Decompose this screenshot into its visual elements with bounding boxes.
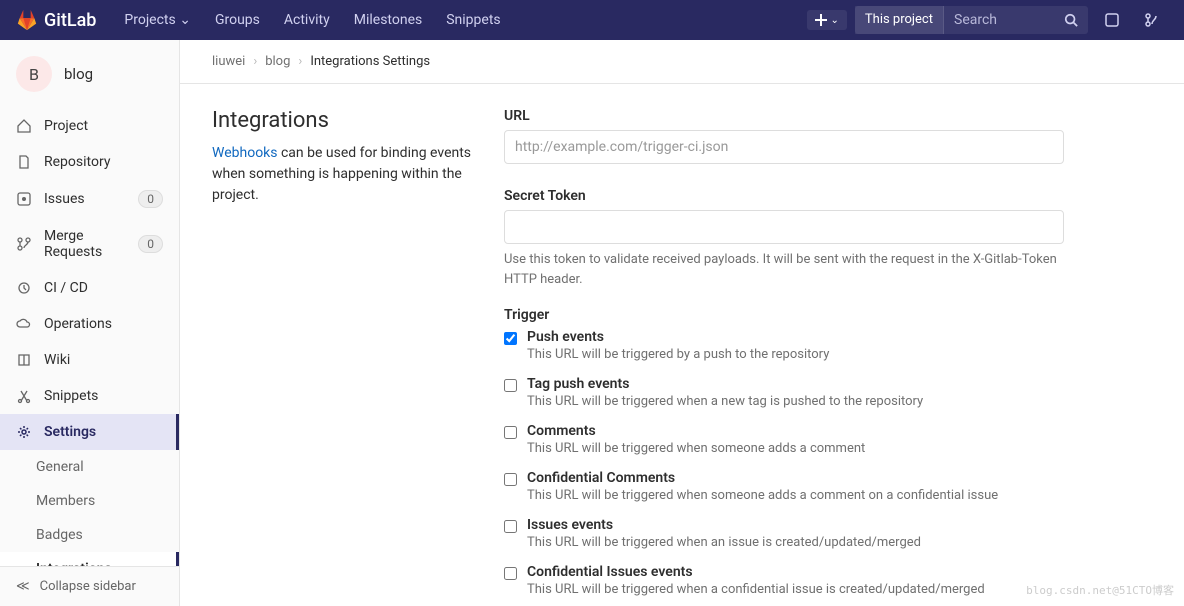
breadcrumb-item[interactable]: liuwei [212, 54, 245, 69]
header-right: ⌄ This project [807, 6, 1168, 34]
cloud-icon [16, 316, 32, 332]
chevron-down-icon: ⌄ [179, 12, 191, 28]
trigger-checkbox[interactable] [504, 332, 517, 345]
chevron-down-icon: ⌄ [831, 15, 839, 26]
search-button[interactable] [1054, 6, 1088, 34]
trigger-row: Tag push events This URL will be triggere… [504, 376, 1064, 409]
trigger-row: Push events This URL will be triggered by… [504, 329, 1064, 362]
issues-header-icon[interactable] [1096, 12, 1128, 28]
count-badge: 0 [138, 235, 163, 253]
nav-activity[interactable]: Activity [272, 0, 342, 40]
new-dropdown[interactable]: ⌄ [807, 10, 847, 30]
trigger-row: Comments This URL will be triggered when … [504, 423, 1064, 456]
trigger-title: Confidential Issues events [527, 564, 1064, 580]
sidebar: B blog ProjectRepositoryIssues0Merge Req… [0, 40, 180, 606]
sidebar-item-repository[interactable]: Repository [0, 144, 179, 180]
trigger-row: Confidential Comments This URL will be tr… [504, 470, 1064, 503]
merge-icon [16, 236, 32, 252]
sidebar-subitem-badges[interactable]: Badges [0, 518, 179, 552]
trigger-title: Push events [527, 329, 1064, 345]
home-icon [16, 118, 32, 134]
gitlab-icon [16, 9, 38, 31]
breadcrumb-item[interactable]: blog [265, 54, 290, 69]
sidebar-item-project[interactable]: Project [0, 108, 179, 144]
page-title: Integrations [212, 108, 472, 133]
search-icon [1064, 13, 1078, 27]
plus-icon [815, 14, 827, 26]
issues-icon [16, 191, 32, 207]
trigger-checkbox[interactable] [504, 379, 517, 392]
trigger-row: Issues events This URL will be triggered … [504, 517, 1064, 550]
snippets-icon [16, 388, 32, 404]
pipeline-icon [16, 280, 32, 296]
sidebar-subitem-members[interactable]: Members [0, 484, 179, 518]
search-scope[interactable]: This project [855, 6, 944, 34]
trigger-checkbox[interactable] [504, 473, 517, 486]
brand-text: GitLab [44, 10, 96, 31]
sidebar-item-operations[interactable]: Operations [0, 306, 179, 342]
trigger-desc: This URL will be triggered when someone … [527, 488, 1064, 503]
merge-header-icon[interactable] [1136, 12, 1168, 28]
trigger-title: Issues events [527, 517, 1064, 533]
book-icon [16, 352, 32, 368]
trigger-desc: This URL will be triggered when a new ta… [527, 394, 1064, 409]
sidebar-item-merge-requests[interactable]: Merge Requests0 [0, 218, 179, 270]
top-header: GitLab Projects ⌄ Groups Activity Milest… [0, 0, 1184, 40]
sidebar-item-issues[interactable]: Issues0 [0, 180, 179, 218]
trigger-checkbox[interactable] [504, 520, 517, 533]
collapse-sidebar[interactable]: ≪ Collapse sidebar [0, 566, 179, 606]
trigger-checkbox[interactable] [504, 426, 517, 439]
sidebar-subitem-general[interactable]: General [0, 450, 179, 484]
search-group: This project [855, 6, 1088, 34]
trigger-checkbox[interactable] [504, 567, 517, 580]
main-content: liuwei › blog › Integrations Settings In… [180, 40, 1184, 606]
sidebar-item-settings[interactable]: Settings [0, 414, 179, 450]
trigger-desc: This URL will be triggered by a push to … [527, 347, 1064, 362]
gear-icon [16, 424, 32, 440]
search-input[interactable] [944, 6, 1054, 34]
sidebar-item-wiki[interactable]: Wiki [0, 342, 179, 378]
trigger-title: Tag push events [527, 376, 1064, 392]
trigger-desc: This URL will be triggered when a confid… [527, 582, 1064, 597]
secret-token-help: Use this token to validate received payl… [504, 250, 1064, 289]
nav-milestones[interactable]: Milestones [342, 0, 435, 40]
project-avatar: B [16, 56, 52, 92]
sidebar-item-ci-cd[interactable]: CI / CD [0, 270, 179, 306]
url-input[interactable] [504, 130, 1064, 164]
gitlab-logo[interactable]: GitLab [16, 9, 96, 31]
sidebar-item-snippets[interactable]: Snippets [0, 378, 179, 414]
secret-token-input[interactable] [504, 210, 1064, 244]
nav-projects[interactable]: Projects ⌄ [112, 0, 203, 40]
watermark: blog.csdn.net@51CTO博客 [1026, 582, 1174, 598]
webhooks-link[interactable]: Webhooks [212, 145, 278, 161]
chevron-left-icon: ≪ [16, 579, 30, 594]
project-name: blog [64, 65, 93, 83]
project-header[interactable]: B blog [0, 40, 179, 108]
breadcrumb: liuwei › blog › Integrations Settings [180, 40, 1184, 84]
header-nav: Projects ⌄ Groups Activity Milestones Sn… [112, 0, 512, 40]
secret-token-label: Secret Token [504, 188, 1064, 204]
sidebar-subitem-integrations[interactable]: Integrations [0, 552, 179, 566]
breadcrumb-current: Integrations Settings [310, 54, 430, 69]
trigger-desc: This URL will be triggered when an issue… [527, 535, 1064, 550]
trigger-label: Trigger [504, 307, 1064, 323]
page-description: Webhooks can be used for binding events … [212, 143, 472, 206]
url-label: URL [504, 108, 1064, 124]
trigger-row: Confidential Issues events This URL will … [504, 564, 1064, 597]
trigger-desc: This URL will be triggered when someone … [527, 441, 1064, 456]
file-icon [16, 154, 32, 170]
nav-snippets[interactable]: Snippets [434, 0, 512, 40]
nav-groups[interactable]: Groups [203, 0, 272, 40]
trigger-title: Confidential Comments [527, 470, 1064, 486]
trigger-title: Comments [527, 423, 1064, 439]
count-badge: 0 [138, 190, 163, 208]
